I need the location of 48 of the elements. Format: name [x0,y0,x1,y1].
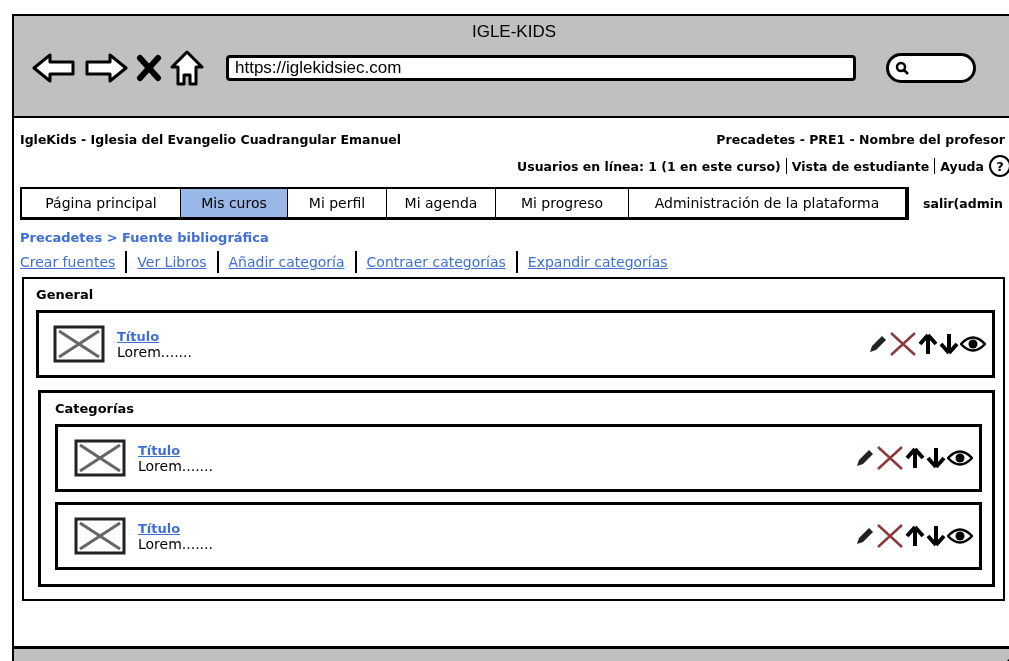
action-link[interactable]: Contraer categorías [366,254,506,270]
item-title-link[interactable]: Título [117,328,160,344]
eye-icon[interactable] [947,449,973,467]
item-description: Lorem....... [138,535,213,552]
eye-icon[interactable] [960,335,986,353]
delete-icon[interactable] [876,523,904,549]
action-link[interactable]: Crear fuentes [20,254,116,270]
down-arrow-icon[interactable] [926,447,946,469]
item-description: Lorem....... [117,343,192,360]
forward-icon[interactable] [84,52,128,84]
header-link[interactable]: Vista de estudiante [791,158,930,174]
window-title: IGLE-KIDS [470,21,558,42]
edit-icon[interactable] [868,334,888,354]
item-title-link[interactable]: Título [138,520,181,536]
search-field[interactable] [886,53,976,83]
eye-icon[interactable] [947,527,973,545]
edit-icon[interactable] [855,526,875,546]
group-title: Categorías [55,401,135,416]
down-arrow-icon[interactable] [926,525,946,547]
delete-icon[interactable] [876,445,904,471]
delete-icon[interactable] [889,331,917,357]
up-arrow-icon[interactable] [918,333,938,355]
header-link[interactable]: Ayuda [940,158,984,174]
nav-tab[interactable]: Mis curos [181,189,288,217]
section-title: General [36,287,95,302]
online-users: Usuarios en línea: 1 (1 en este curso) [517,158,781,174]
breadcrumb[interactable]: Precadetes > Fuente bibliográfica [20,230,1009,245]
logout-link[interactable]: salir(admin [923,196,1003,211]
item-title-link[interactable]: Título [138,442,181,458]
action-link[interactable]: Añadir categoría [228,254,345,270]
home-icon[interactable] [170,50,204,86]
course-info: Precadetes - PRE1 - Nombre del profesor [716,132,1005,147]
help-icon[interactable]: ? [989,155,1009,177]
image-placeholder-icon [53,325,105,363]
close-icon[interactable] [136,54,162,82]
site-name: IgleKids - Iglesia del Evangelio Cuadrangular Emanuel [20,132,402,147]
search-icon [895,61,909,75]
down-arrow-icon[interactable] [939,333,959,355]
address-field[interactable]: https://iglekidsiec.com [226,55,856,81]
item-description: Lorem....... [138,457,213,474]
up-arrow-icon[interactable] [905,525,925,547]
back-icon[interactable] [32,52,76,84]
edit-icon[interactable] [855,448,875,468]
action-link[interactable]: Ver Libros [137,254,207,270]
action-link[interactable]: Expandir categorías [527,254,668,270]
image-placeholder-icon [74,517,126,555]
up-arrow-icon[interactable] [905,447,925,469]
image-placeholder-icon [74,439,126,477]
